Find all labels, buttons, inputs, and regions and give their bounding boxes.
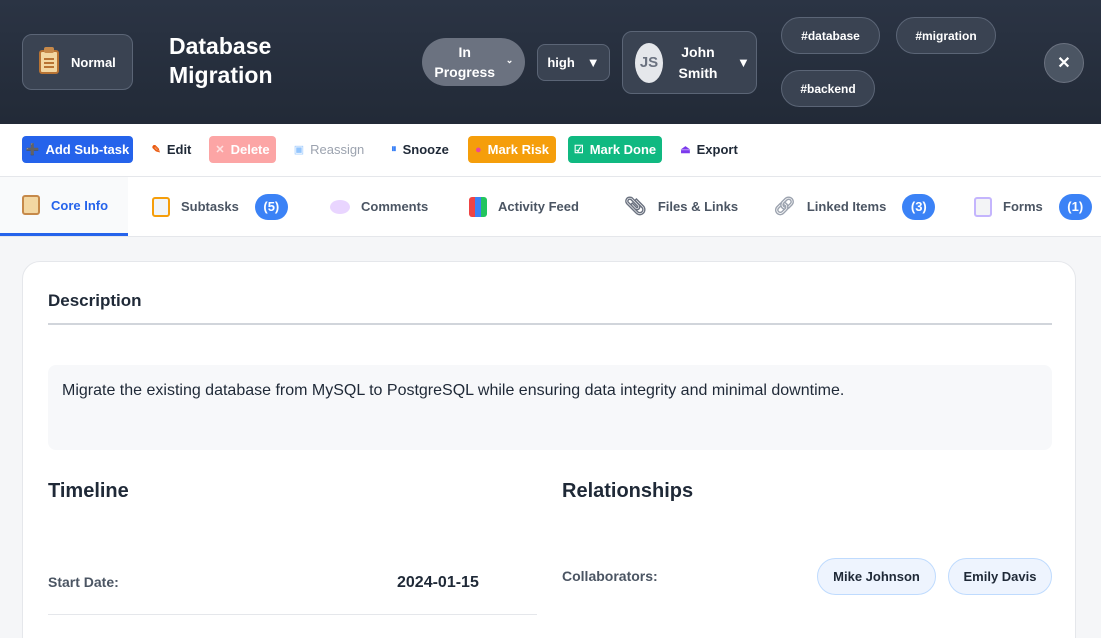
description-heading: Description: [48, 291, 142, 310]
start-date-value: 2024-01-15: [397, 574, 479, 591]
reassign-icon: ▣: [293, 144, 305, 156]
reassign-label: Reassign: [310, 142, 365, 157]
document-icon: [974, 196, 992, 217]
task-type-label: Normal: [71, 54, 116, 70]
edit-button[interactable]: ✎ Edit: [143, 136, 200, 163]
assignee-dropdown[interactable]: JS John Smith ▼: [622, 31, 757, 94]
tab-label: Core Info: [51, 197, 109, 213]
assignee-name: John Smith: [678, 43, 718, 81]
triangle-down-icon: ▼: [586, 55, 600, 70]
tab-comments[interactable]: Comments: [330, 177, 428, 236]
tab-subtasks[interactable]: Subtasks (5): [152, 177, 288, 236]
tab-core-info[interactable]: Core Info: [0, 177, 128, 236]
divider: [48, 323, 1052, 325]
tab-activity-feed[interactable]: Activity Feed: [469, 177, 579, 236]
action-toolbar: ➕ Add Sub-task ✎ Edit ✕ Delete ▣ Reassig…: [0, 124, 1101, 177]
tab-forms[interactable]: Forms (1): [974, 177, 1092, 236]
task-type-selector[interactable]: Normal: [22, 34, 133, 90]
tab-label: Activity Feed: [498, 199, 579, 214]
collaborator-chip[interactable]: Emily Davis: [948, 558, 1052, 595]
snooze-button[interactable]: ⏸ Snooze: [382, 136, 458, 163]
priority-dropdown[interactable]: high ▼: [537, 44, 610, 81]
tag-chip[interactable]: #backend: [781, 70, 875, 107]
link-icon: 🔗︎: [773, 196, 796, 216]
chevron-down-icon: ⌄: [505, 55, 514, 65]
tag-chip[interactable]: #migration: [896, 17, 996, 54]
mark-done-button[interactable]: ☑ Mark Done: [568, 136, 662, 163]
task-title: Database Migration: [169, 33, 273, 88]
reassign-button[interactable]: ▣ Reassign: [286, 136, 372, 163]
tab-label: Comments: [361, 199, 429, 214]
avatar: JS: [635, 42, 663, 83]
plus-icon: ➕: [25, 144, 40, 156]
speech-bubble-icon: [330, 199, 350, 214]
edit-label: Edit: [166, 142, 192, 157]
add-subtask-label: Add Sub-task: [45, 142, 130, 157]
tab-linked-items[interactable]: 🔗︎ Linked Items (3): [773, 177, 936, 236]
task-header: Normal Database Migration In Progress ⌄ …: [0, 0, 1101, 124]
priority-label: high: [547, 55, 575, 70]
tab-files-links[interactable]: 📎︎ Files & Links: [624, 177, 738, 236]
tab-label: Forms: [1003, 199, 1043, 214]
mark-risk-label: Mark Risk: [487, 142, 550, 157]
collaborator-chip[interactable]: Mike Johnson: [817, 558, 936, 595]
tag-chip[interactable]: #database: [781, 17, 880, 54]
clipboard-icon: [22, 195, 40, 215]
close-icon: ✕: [1057, 55, 1071, 72]
tab-label: Linked Items: [806, 199, 887, 214]
snooze-label: Snooze: [402, 142, 449, 157]
pause-icon: ⏸: [391, 143, 397, 155]
relationships-heading: Relationships: [562, 480, 694, 502]
triangle-down-icon: ▼: [737, 55, 750, 70]
tab-label: Subtasks: [181, 199, 239, 214]
add-subtask-button[interactable]: ➕ Add Sub-task: [22, 136, 133, 163]
collaborators-label: Collaborators:: [562, 568, 658, 584]
export-button[interactable]: ⏏ Export: [672, 136, 746, 163]
checkbox-icon: ☑: [573, 144, 584, 156]
mark-done-label: Mark Done: [589, 142, 657, 157]
tab-bar: Core Info Subtasks (5) Comments Activity…: [0, 177, 1101, 237]
mark-risk-button[interactable]: ● Mark Risk: [468, 136, 556, 163]
pencil-icon: ✎: [151, 144, 161, 156]
count-badge: (5): [254, 193, 288, 220]
count-badge: (1): [1058, 193, 1092, 220]
status-dropdown[interactable]: In Progress ⌄: [422, 38, 525, 86]
bar-chart-icon: [469, 196, 487, 217]
timeline-heading: Timeline: [48, 480, 129, 502]
x-icon: ✕: [215, 144, 225, 156]
delete-label: Delete: [230, 142, 270, 157]
core-info-panel: Description Migrate the existing databas…: [22, 261, 1076, 638]
tab-label: Files & Links: [657, 199, 739, 214]
status-label: In Progress: [434, 44, 496, 80]
memo-icon: [152, 196, 170, 217]
delete-button[interactable]: ✕ Delete: [209, 136, 276, 163]
divider: [48, 614, 537, 615]
description-text: Migrate the existing database from MySQL…: [48, 365, 1052, 450]
paperclip-icon: 📎︎: [624, 196, 647, 216]
risk-icon: ●: [474, 143, 482, 156]
start-date-label: Start Date:: [48, 574, 119, 590]
count-badge: (3): [902, 193, 936, 220]
export-icon: ⏏: [680, 144, 691, 156]
export-label: Export: [696, 142, 738, 157]
clipboard-icon: [39, 47, 59, 74]
close-button[interactable]: ✕: [1044, 43, 1084, 83]
